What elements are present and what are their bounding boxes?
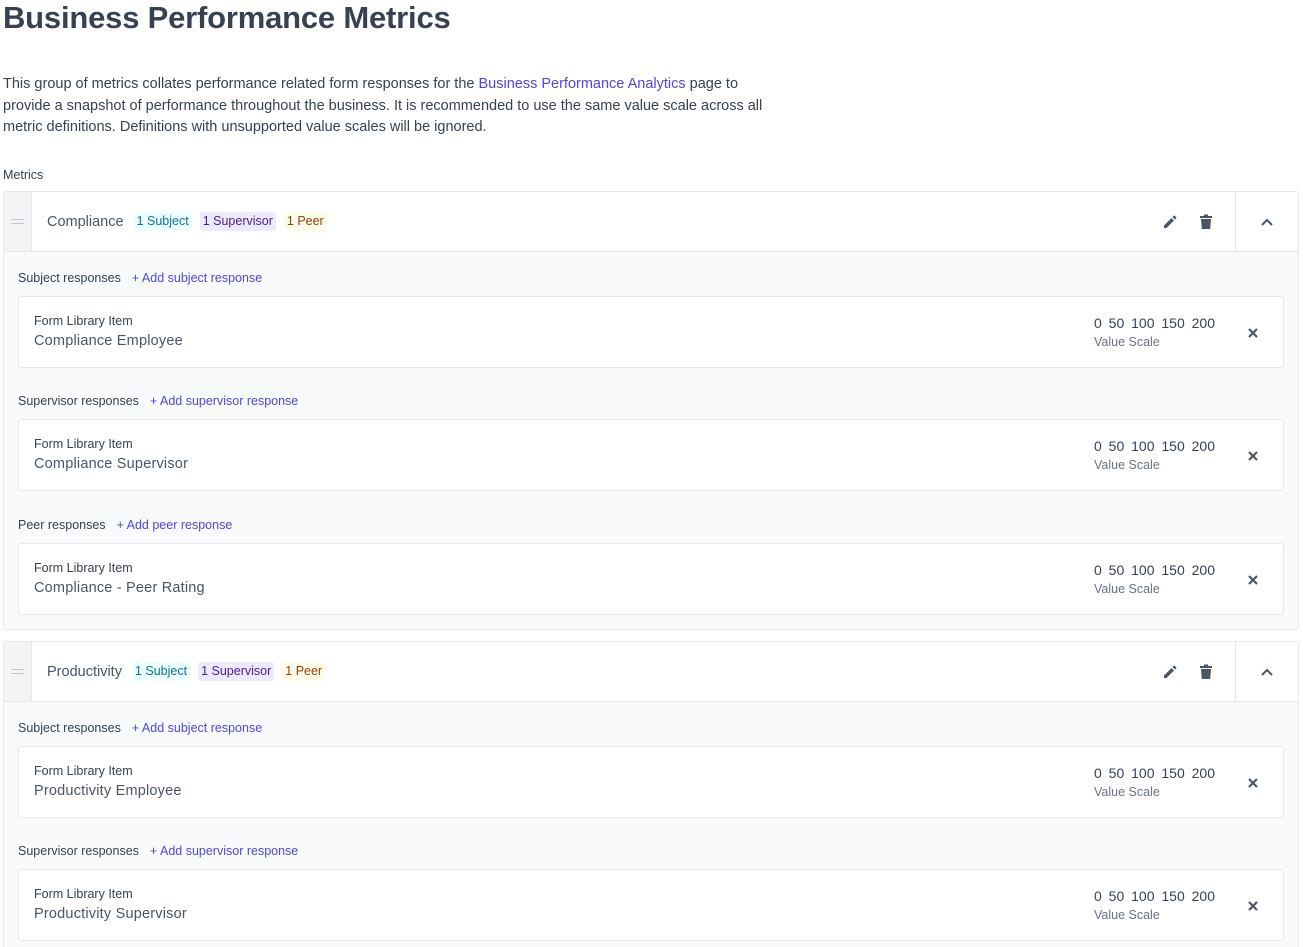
close-icon [1248,451,1258,461]
subject-responses-header: Subject responses + Add subject response [18,268,1284,288]
response-label: Form Library Item [34,560,133,575]
supervisor-responses-header: Supervisor responses + Add supervisor re… [18,841,1284,861]
response-card: Form Library Item Compliance - Peer Rati… [18,543,1284,615]
add-supervisor-response-link[interactable]: + Add supervisor response [150,844,298,858]
value-scale: 0 50 100 150 200 Value Scale [1094,313,1215,351]
metric-body: Subject responses + Add subject response… [4,718,1298,947]
response-label: Form Library Item [34,436,133,451]
response-value: Compliance - Peer Rating [34,579,205,596]
add-subject-response-link[interactable]: + Add subject response [132,271,262,285]
supervisor-count-badge: 1 Supervisor [198,662,275,681]
value-scale: 0 50 100 150 200 Value Scale [1094,560,1215,598]
close-icon [1248,901,1258,911]
scale-label: Value Scale [1094,335,1160,349]
trash-icon [1200,214,1212,229]
chevron-up-icon [1261,668,1273,676]
close-icon [1248,328,1258,338]
drag-handle-icon[interactable] [4,642,32,701]
response-label: Form Library Item [34,763,133,778]
scale-values: 0 50 100 150 200 [1094,888,1215,904]
metrics-label: Metrics [3,168,44,182]
peer-responses-header: Peer responses + Add peer response [18,515,1284,535]
add-subject-response-link[interactable]: + Add subject response [132,721,262,735]
scale-label: Value Scale [1094,908,1160,922]
edit-metric-button[interactable] [1152,654,1188,690]
scale-values: 0 50 100 150 200 [1094,765,1215,781]
metric-header: Compliance 1 Subject 1 Supervisor 1 Peer [4,192,1298,252]
collapse-metric-button[interactable] [1235,192,1298,251]
response-card: Form Library Item Compliance Supervisor … [18,419,1284,491]
description-text-start: This group of metrics collates performan… [3,76,479,92]
close-icon [1248,778,1258,788]
scale-label: Value Scale [1094,785,1160,799]
remove-response-button[interactable] [1241,771,1265,795]
collapse-metric-button[interactable] [1235,642,1298,701]
response-value: Productivity Supervisor [34,905,187,922]
scale-values: 0 50 100 150 200 [1094,438,1215,454]
remove-response-button[interactable] [1241,568,1265,592]
page-description: This group of metrics collates performan… [3,74,773,139]
response-label: Form Library Item [34,886,133,901]
scale-label: Value Scale [1094,458,1160,472]
trash-icon [1200,664,1212,679]
metric-body: Subject responses + Add subject response… [4,268,1298,629]
add-peer-response-link[interactable]: + Add peer response [117,518,233,532]
business-performance-analytics-link[interactable]: Business Performance Analytics [478,76,685,92]
subject-count-badge: 1 Subject [131,662,191,681]
metric-compliance: Compliance 1 Subject 1 Supervisor 1 Peer… [3,191,1299,630]
group-title: Subject responses [18,271,121,285]
response-card: Form Library Item Productivity Employee … [18,746,1284,818]
peer-count-badge: 1 Peer [282,662,326,681]
edit-metric-button[interactable] [1152,204,1188,240]
response-label: Form Library Item [34,313,133,328]
scale-label: Value Scale [1094,582,1160,596]
delete-metric-button[interactable] [1188,654,1224,690]
close-icon [1248,575,1258,585]
scale-values: 0 50 100 150 200 [1094,562,1215,578]
remove-response-button[interactable] [1241,444,1265,468]
value-scale: 0 50 100 150 200 Value Scale [1094,886,1215,924]
metric-name: Compliance [47,213,124,230]
drag-handle-icon[interactable] [4,192,32,251]
remove-response-button[interactable] [1241,894,1265,918]
metric-header: Productivity 1 Subject 1 Supervisor 1 Pe… [4,642,1298,702]
response-card: Form Library Item Compliance Employee 0 … [18,296,1284,368]
metric-name: Productivity [47,663,122,680]
group-title: Supervisor responses [18,844,139,858]
remove-response-button[interactable] [1241,321,1265,345]
scale-values: 0 50 100 150 200 [1094,315,1215,331]
response-value: Productivity Employee [34,782,182,799]
chevron-up-icon [1261,218,1273,226]
page-title: Business Performance Metrics [3,0,451,35]
supervisor-count-badge: 1 Supervisor [199,212,276,231]
group-title: Peer responses [18,518,106,532]
value-scale: 0 50 100 150 200 Value Scale [1094,436,1215,474]
response-value: Compliance Supervisor [34,455,189,472]
group-title: Supervisor responses [18,394,139,408]
metric-productivity: Productivity 1 Subject 1 Supervisor 1 Pe… [3,641,1299,947]
value-scale: 0 50 100 150 200 Value Scale [1094,763,1215,801]
group-title: Subject responses [18,721,121,735]
pencil-icon [1164,665,1177,678]
subject-responses-header: Subject responses + Add subject response [18,718,1284,738]
page: Business Performance Metrics This group … [0,0,1303,947]
pencil-icon [1164,215,1177,228]
response-card: Form Library Item Productivity Superviso… [18,869,1284,941]
supervisor-responses-header: Supervisor responses + Add supervisor re… [18,391,1284,411]
subject-count-badge: 1 Subject [133,212,192,231]
delete-metric-button[interactable] [1188,204,1224,240]
response-value: Compliance Employee [34,332,183,349]
add-supervisor-response-link[interactable]: + Add supervisor response [150,394,298,408]
peer-count-badge: 1 Peer [283,212,327,231]
